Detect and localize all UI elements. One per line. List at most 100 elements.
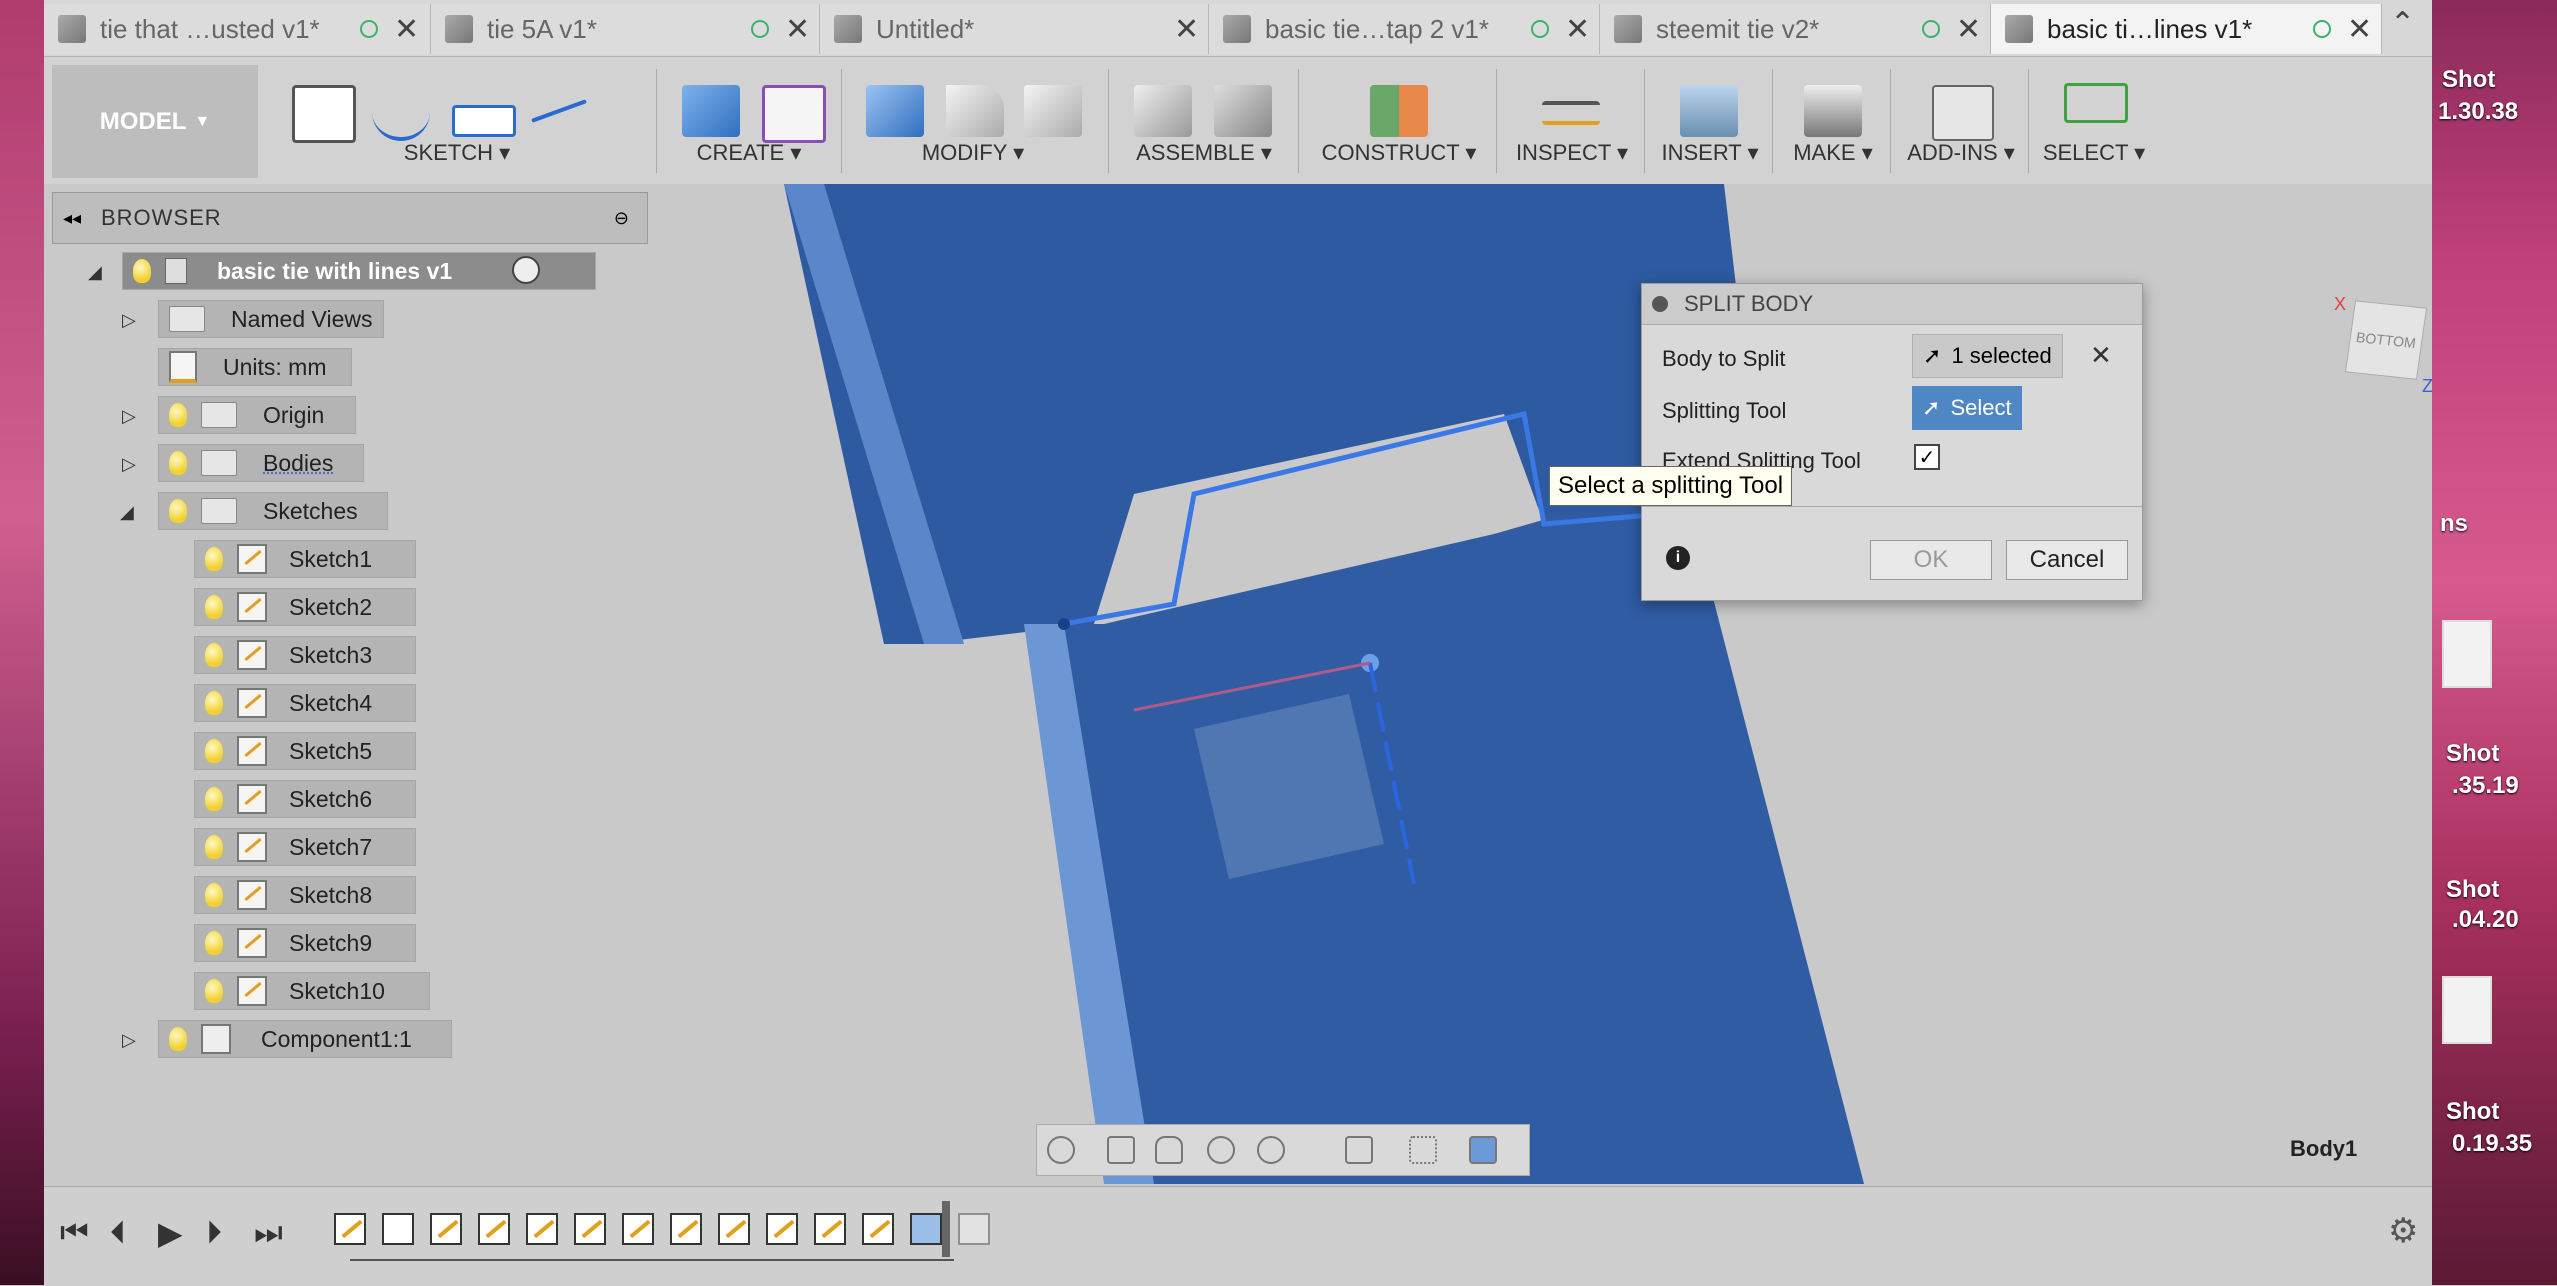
browser-item-sketch[interactable]: Sketch1: [194, 540, 416, 578]
document-tab-3[interactable]: Untitled* ✕: [820, 4, 1209, 54]
close-tab-icon[interactable]: ✕: [2347, 12, 2372, 47]
visibility-bulb-icon[interactable]: [205, 691, 223, 715]
modify-group[interactable]: MODIFY ▾: [848, 65, 1098, 178]
browser-item-origin[interactable]: Origin: [158, 396, 356, 434]
play-icon[interactable]: ▶: [158, 1214, 183, 1252]
viewcube[interactable]: X BOTTOM Z: [2326, 294, 2432, 396]
step-forward-icon[interactable]: ⏵: [206, 1214, 222, 1252]
dialog-header[interactable]: SPLIT BODY: [1642, 284, 2142, 325]
timeline-sketch-feature[interactable]: [670, 1213, 702, 1245]
browser-item-sketch[interactable]: Sketch4: [194, 684, 416, 722]
3d-print-icon[interactable]: [1804, 85, 1862, 137]
close-tab-icon[interactable]: ✕: [1565, 12, 1590, 47]
grid-settings-icon[interactable]: [1409, 1136, 1437, 1164]
activate-radio-icon[interactable]: [512, 256, 540, 284]
viewports-icon[interactable]: [1469, 1136, 1497, 1164]
scripts-addins-icon[interactable]: [1932, 85, 1994, 141]
browser-item-sketches[interactable]: Sketches: [158, 492, 388, 530]
expand-arrow-icon[interactable]: ▷: [122, 1030, 136, 1051]
browser-panel-header[interactable]: ◂◂ BROWSER ⊖: [52, 192, 648, 244]
timeline-sketch-feature[interactable]: [814, 1213, 846, 1245]
visibility-bulb-icon[interactable]: [169, 403, 187, 427]
timeline-sketch-feature[interactable]: [622, 1213, 654, 1245]
offset-plane-icon[interactable]: [1370, 85, 1428, 137]
joint-icon[interactable]: [1214, 85, 1272, 137]
zoom-icon[interactable]: [1207, 1136, 1235, 1164]
expand-arrow-icon[interactable]: ▷: [122, 310, 136, 331]
browser-item-named-views[interactable]: Named Views: [158, 300, 384, 338]
timeline-sketch-feature[interactable]: [430, 1213, 462, 1245]
go-to-start-icon[interactable]: ⏮: [60, 1214, 89, 1252]
visibility-bulb-icon[interactable]: [169, 499, 187, 523]
visibility-bulb-icon[interactable]: [205, 595, 223, 619]
fit-icon[interactable]: [1257, 1136, 1285, 1164]
rectangle-icon[interactable]: [452, 105, 516, 137]
sketch-group[interactable]: SKETCH ▾: [272, 65, 642, 178]
timeline-suppressed-feature[interactable]: [958, 1213, 990, 1245]
timeline-settings-gear-icon[interactable]: ⚙: [2388, 1211, 2418, 1251]
splitting-tool-selector[interactable]: ➚ Select: [1912, 386, 2022, 430]
timeline-sketch-feature[interactable]: [766, 1213, 798, 1245]
browser-item-sketch[interactable]: Sketch3: [194, 636, 416, 674]
orbit-icon[interactable]: [1047, 1136, 1075, 1164]
extrude-icon[interactable]: [682, 85, 740, 137]
select-group[interactable]: SELECT ▾: [2034, 65, 2154, 178]
info-icon[interactable]: i: [1666, 546, 1690, 570]
collapse-arrow-icon[interactable]: ◢: [120, 502, 134, 523]
extend-splitting-tool-checkbox[interactable]: ✓: [1914, 444, 1940, 470]
desktop-screenshot-thumbnail[interactable]: [2442, 976, 2492, 1044]
close-tab-icon[interactable]: ✕: [1174, 12, 1199, 47]
fillet-icon[interactable]: [946, 85, 1004, 137]
collapse-browser-icon[interactable]: ◂◂: [63, 208, 81, 229]
close-tab-icon[interactable]: ✕: [785, 12, 810, 47]
add-ins-group[interactable]: ADD-INS ▾: [1896, 65, 2026, 178]
browser-item-bodies[interactable]: Bodies: [158, 444, 364, 482]
visibility-bulb-icon[interactable]: [205, 643, 223, 667]
visibility-bulb-icon[interactable]: [205, 979, 223, 1003]
browser-item-sketch[interactable]: Sketch6: [194, 780, 416, 818]
close-tab-icon[interactable]: ✕: [394, 12, 419, 47]
pan-hand-icon[interactable]: [1155, 1136, 1183, 1164]
cancel-button[interactable]: Cancel: [2006, 540, 2128, 580]
make-group[interactable]: MAKE ▾: [1778, 65, 1888, 178]
create-group[interactable]: CREATE ▾: [664, 65, 834, 178]
viewcube-face[interactable]: BOTTOM: [2344, 300, 2428, 380]
browser-item-sketch[interactable]: Sketch7: [194, 828, 416, 866]
timeline-extrude-feature[interactable]: [382, 1213, 414, 1245]
inspect-group[interactable]: INSPECT ▾: [1502, 65, 1642, 178]
look-at-icon[interactable]: [1107, 1136, 1135, 1164]
body-to-split-selector[interactable]: ➚ 1 selected: [1912, 334, 2063, 378]
go-to-end-icon[interactable]: ⏭: [254, 1214, 283, 1252]
browser-item-sketch[interactable]: Sketch2: [194, 588, 416, 626]
display-settings-icon[interactable]: [1345, 1136, 1373, 1164]
timeline-marker[interactable]: [942, 1201, 950, 1257]
timeline-sketch-feature[interactable]: [334, 1213, 366, 1245]
timeline-split-feature[interactable]: [910, 1213, 942, 1245]
document-tab-5[interactable]: steemit tie v2* ✕: [1600, 4, 1991, 54]
clear-selection-icon[interactable]: ✕: [2090, 340, 2112, 371]
visibility-bulb-icon[interactable]: [205, 787, 223, 811]
browser-item-sketch[interactable]: Sketch5: [194, 732, 416, 770]
close-tab-icon[interactable]: ✕: [1956, 12, 1981, 47]
measure-icon[interactable]: [1542, 101, 1600, 125]
sketch-point[interactable]: [1058, 618, 1070, 630]
visibility-bulb-icon[interactable]: [205, 547, 223, 571]
project-line-icon[interactable]: [531, 99, 587, 123]
arc-icon[interactable]: [372, 85, 430, 141]
browser-minimize-icon[interactable]: ⊖: [614, 208, 629, 229]
document-tab-6-active[interactable]: basic ti…lines v1* ✕: [1991, 4, 2382, 54]
browser-item-sketch[interactable]: Sketch9: [194, 924, 416, 962]
new-component-icon[interactable]: [1134, 85, 1192, 137]
insert-group[interactable]: INSERT ▾: [1650, 65, 1770, 178]
workspace-switcher[interactable]: MODEL ▼: [52, 65, 258, 178]
timeline-sketch-feature[interactable]: [574, 1213, 606, 1245]
browser-item-sketch[interactable]: Sketch10: [194, 972, 430, 1010]
selection-cursor-icon[interactable]: [2064, 83, 2128, 123]
construct-group[interactable]: CONSTRUCT ▾: [1304, 65, 1494, 178]
browser-item-sketch[interactable]: Sketch8: [194, 876, 416, 914]
assemble-group[interactable]: ASSEMBLE ▾: [1114, 65, 1294, 178]
create-sketch-icon[interactable]: [292, 85, 356, 143]
expand-arrow-icon[interactable]: ▷: [122, 406, 136, 427]
document-tab-1[interactable]: tie that …usted v1* ✕: [44, 4, 431, 54]
expand-arrow-icon[interactable]: ▷: [122, 454, 136, 475]
